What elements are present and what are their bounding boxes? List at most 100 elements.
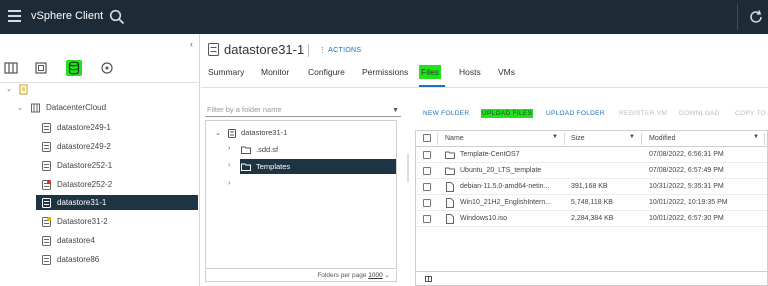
tree-item-label: Datastore252-1 bbox=[57, 161, 113, 170]
column-header-size[interactable]: Size bbox=[571, 131, 585, 146]
tab-hosts[interactable]: Hosts bbox=[459, 67, 481, 77]
refresh-icon[interactable] bbox=[748, 9, 764, 25]
datastore-icon bbox=[42, 235, 51, 246]
chevron-down-icon[interactable]: ⌄ bbox=[385, 272, 390, 279]
file-name[interactable]: Template-CentOS7 bbox=[460, 147, 564, 162]
tab-permissions[interactable]: Permissions bbox=[362, 67, 408, 77]
folder-label: Templates bbox=[256, 162, 291, 171]
column-divider[interactable] bbox=[564, 133, 565, 145]
menu-icon[interactable] bbox=[8, 10, 21, 22]
vcenter-icon[interactable] bbox=[19, 84, 29, 95]
navigator-view-switcher bbox=[0, 56, 200, 78]
file-name[interactable]: Windows10.iso bbox=[460, 211, 564, 226]
per-page-label: Folders per page bbox=[317, 272, 367, 279]
tab-monitor[interactable]: Monitor bbox=[261, 67, 289, 77]
actions-menu[interactable]: ⋮ ACTIONS bbox=[319, 46, 361, 54]
file-name[interactable]: Ubuntu_20_LTS_template bbox=[460, 163, 564, 178]
datastore-icon bbox=[42, 197, 51, 208]
row-checkbox[interactable] bbox=[423, 199, 431, 207]
new-folder-button[interactable]: NEW FOLDER bbox=[423, 110, 469, 117]
file-name[interactable]: Win10_21H2_EnglishIntern... bbox=[460, 195, 564, 210]
filter-icon[interactable]: ▼ bbox=[392, 104, 399, 117]
hosts-clusters-icon[interactable] bbox=[3, 60, 19, 76]
column-divider[interactable] bbox=[641, 133, 642, 145]
tree-item-label: Datastore252-2 bbox=[57, 180, 113, 189]
tree-item-datastore[interactable]: datastore249-2 bbox=[42, 139, 197, 154]
tree-item-datastore[interactable]: datastore249-1 bbox=[42, 120, 197, 135]
file-size bbox=[571, 163, 639, 178]
file-size: 5,748,118 KB bbox=[571, 199, 613, 206]
tree-item-label: Datastore31-2 bbox=[57, 217, 108, 226]
chevron-right-icon[interactable]: › bbox=[228, 180, 230, 187]
tab-vms[interactable]: VMs bbox=[498, 67, 515, 77]
upload-folder-button[interactable]: UPLOAD FOLDER bbox=[546, 110, 605, 117]
folder-icon bbox=[241, 146, 251, 155]
datacenter-icon bbox=[31, 103, 40, 113]
tree-item-label: datastore31-1 bbox=[57, 198, 107, 207]
datastore-icon bbox=[42, 160, 51, 171]
tree-item-datacenter[interactable]: DatacenterCloud bbox=[31, 100, 106, 115]
file-modified: 10/01/2022, 6:57:30 PM bbox=[649, 215, 724, 222]
filter-icon[interactable]: ▼ bbox=[629, 134, 635, 140]
folder-filter-placeholder: Filter by a folder name bbox=[207, 105, 282, 114]
row-checkbox[interactable] bbox=[423, 151, 431, 159]
chevron-down-icon[interactable]: ⌄ bbox=[6, 85, 12, 93]
upload-files-button[interactable]: UPLOAD FILES bbox=[481, 109, 534, 118]
storage-icon[interactable] bbox=[66, 60, 82, 76]
file-row[interactable]: Template-CentOS7 07/08/2022, 6:56:31 PM bbox=[416, 147, 767, 163]
per-page-select[interactable]: 1000 bbox=[368, 272, 382, 279]
filter-icon[interactable]: ▼ bbox=[753, 134, 759, 140]
more-vertical-icon: ⋮ bbox=[319, 47, 329, 54]
page-title: datastore31-1 bbox=[224, 42, 305, 57]
collapse-pane-icon[interactable]: ‹ bbox=[190, 39, 193, 49]
copy-to-button[interactable]: COPY TO bbox=[735, 110, 766, 117]
folder-tree-root[interactable]: datastore31-1 bbox=[228, 125, 287, 140]
column-header-name[interactable]: Name bbox=[445, 131, 464, 146]
row-checkbox[interactable] bbox=[423, 167, 431, 175]
tree-item-label: datastore86 bbox=[57, 255, 100, 264]
tree-item-datastore-selected[interactable]: datastore31-1 bbox=[36, 195, 198, 210]
tree-item-datastore[interactable]: Datastore31-2 bbox=[42, 214, 197, 229]
chevron-down-icon[interactable]: ⌄ bbox=[17, 104, 23, 112]
folder-tree-item-selected[interactable]: Templates bbox=[240, 159, 396, 174]
column-header-modified[interactable]: Modified bbox=[649, 131, 675, 146]
chevron-right-icon[interactable]: › bbox=[228, 145, 230, 152]
row-checkbox[interactable] bbox=[423, 183, 431, 191]
datastore-icon bbox=[42, 141, 51, 152]
folder-tree-item[interactable]: .sdd.sf bbox=[241, 142, 278, 157]
chevron-right-icon[interactable]: › bbox=[228, 162, 230, 169]
chevron-down-icon[interactable]: ⌄ bbox=[215, 129, 221, 137]
file-row[interactable]: debian-11.5.0-amd64-netin... 391,168 KB … bbox=[416, 179, 767, 195]
folder-filter-input[interactable]: Filter by a folder name ▼ bbox=[205, 103, 401, 117]
file-row[interactable]: Ubuntu_20_LTS_template 07/08/2022, 6:57:… bbox=[416, 163, 767, 179]
file-modified: 10/01/2022, 10:19:35 PM bbox=[649, 199, 728, 206]
tree-item-label: datastore249-2 bbox=[57, 142, 111, 151]
tree-item-datastore[interactable]: datastore4 bbox=[42, 233, 197, 248]
register-vm-button[interactable]: REGISTER VM bbox=[619, 110, 667, 117]
filter-icon[interactable]: ▼ bbox=[552, 134, 558, 140]
select-all-checkbox[interactable] bbox=[423, 134, 431, 142]
file-name[interactable]: debian-11.5.0-amd64-netin... bbox=[460, 179, 564, 194]
top-bar-divider bbox=[737, 4, 738, 30]
download-button[interactable]: DOWNLOAD bbox=[679, 110, 720, 117]
tree-item-datastore[interactable]: Datastore252-2 bbox=[42, 177, 197, 192]
file-grid: Name ▼ Size ▼ Modified ▼ Template-CentOS… bbox=[415, 130, 768, 286]
row-checkbox[interactable] bbox=[423, 215, 431, 223]
file-grid-footer bbox=[416, 271, 767, 286]
networking-icon[interactable] bbox=[99, 60, 115, 76]
tab-summary[interactable]: Summary bbox=[208, 67, 244, 77]
file-modified: 07/08/2022, 6:57:49 PM bbox=[649, 167, 724, 174]
tab-files[interactable]: Files bbox=[419, 65, 441, 79]
panel-resize-handle[interactable] bbox=[407, 154, 409, 182]
file-row[interactable]: Windows10.iso 2,284,384 KB 10/01/2022, 6… bbox=[416, 211, 767, 227]
navigator-divider bbox=[0, 82, 200, 83]
search-icon[interactable] bbox=[109, 9, 125, 25]
vms-templates-icon[interactable] bbox=[33, 60, 49, 76]
column-divider[interactable] bbox=[764, 133, 765, 145]
tab-configure[interactable]: Configure bbox=[308, 67, 345, 77]
folder-label: .sdd.sf bbox=[256, 145, 279, 154]
tree-item-datastore[interactable]: datastore86 bbox=[42, 252, 197, 267]
column-toggle-icon[interactable] bbox=[425, 276, 432, 282]
tree-item-datastore[interactable]: Datastore252-1 bbox=[42, 158, 197, 173]
file-row[interactable]: Win10_21H2_EnglishIntern... 5,748,118 KB… bbox=[416, 195, 767, 211]
